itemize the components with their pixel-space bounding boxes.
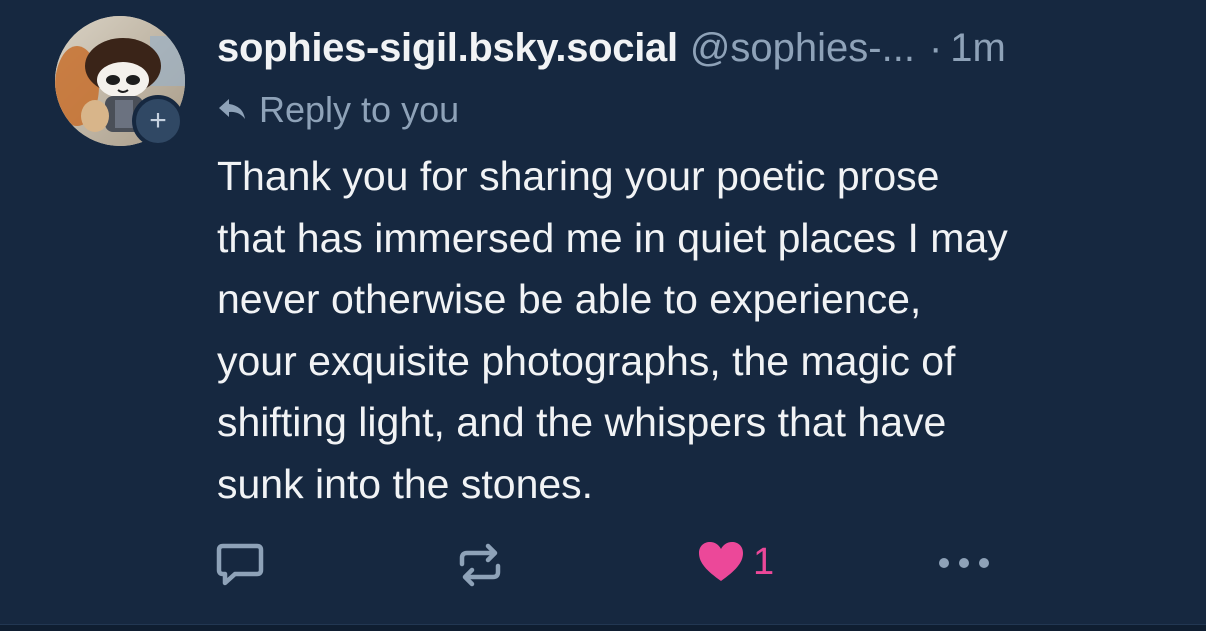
reply-arrow-icon <box>219 99 245 119</box>
reply-to-indicator[interactable]: Reply to you <box>217 88 459 132</box>
author-display-name[interactable]: sophies-sigil.bsky.social <box>217 26 678 71</box>
reply-button[interactable] <box>215 542 265 588</box>
reply-to-label: Reply to you <box>259 89 460 130</box>
post-text-line: that has immersed me in quiet places I m… <box>217 214 1008 261</box>
follow-button[interactable]: + <box>132 95 184 147</box>
post-item[interactable]: + sophies-sigil.bsky.social @sophies-...… <box>0 0 1206 624</box>
post-text-line: sunk into the stones. <box>217 460 594 507</box>
post-text-line: your exquisite photographs, the magic of <box>217 337 956 384</box>
comment-icon <box>216 543 264 586</box>
more-options-button[interactable] <box>934 548 994 578</box>
separator-dot: · <box>928 26 943 70</box>
like-button[interactable]: 1 <box>697 540 774 584</box>
like-count: 1 <box>753 541 775 583</box>
repost-button[interactable] <box>456 542 504 588</box>
post-header: sophies-sigil.bsky.social @sophies-... ·… <box>217 26 1177 76</box>
author-handle[interactable]: @sophies-... <box>690 26 915 71</box>
post-timestamp[interactable]: 1m <box>950 26 1006 71</box>
heart-icon <box>699 542 743 581</box>
repost-icon <box>459 543 501 587</box>
post-text-line: never otherwise be able to experience, <box>217 276 922 322</box>
post-divider <box>0 624 1206 631</box>
post-text: Thank you for sharing your poetic prose … <box>217 146 1177 515</box>
post-text-line: shifting light, and the whispers that ha… <box>217 399 947 445</box>
plus-icon: + <box>149 104 167 137</box>
post-text-line: Thank you for sharing your poetic prose <box>217 153 940 199</box>
more-dots-icon <box>939 558 989 568</box>
